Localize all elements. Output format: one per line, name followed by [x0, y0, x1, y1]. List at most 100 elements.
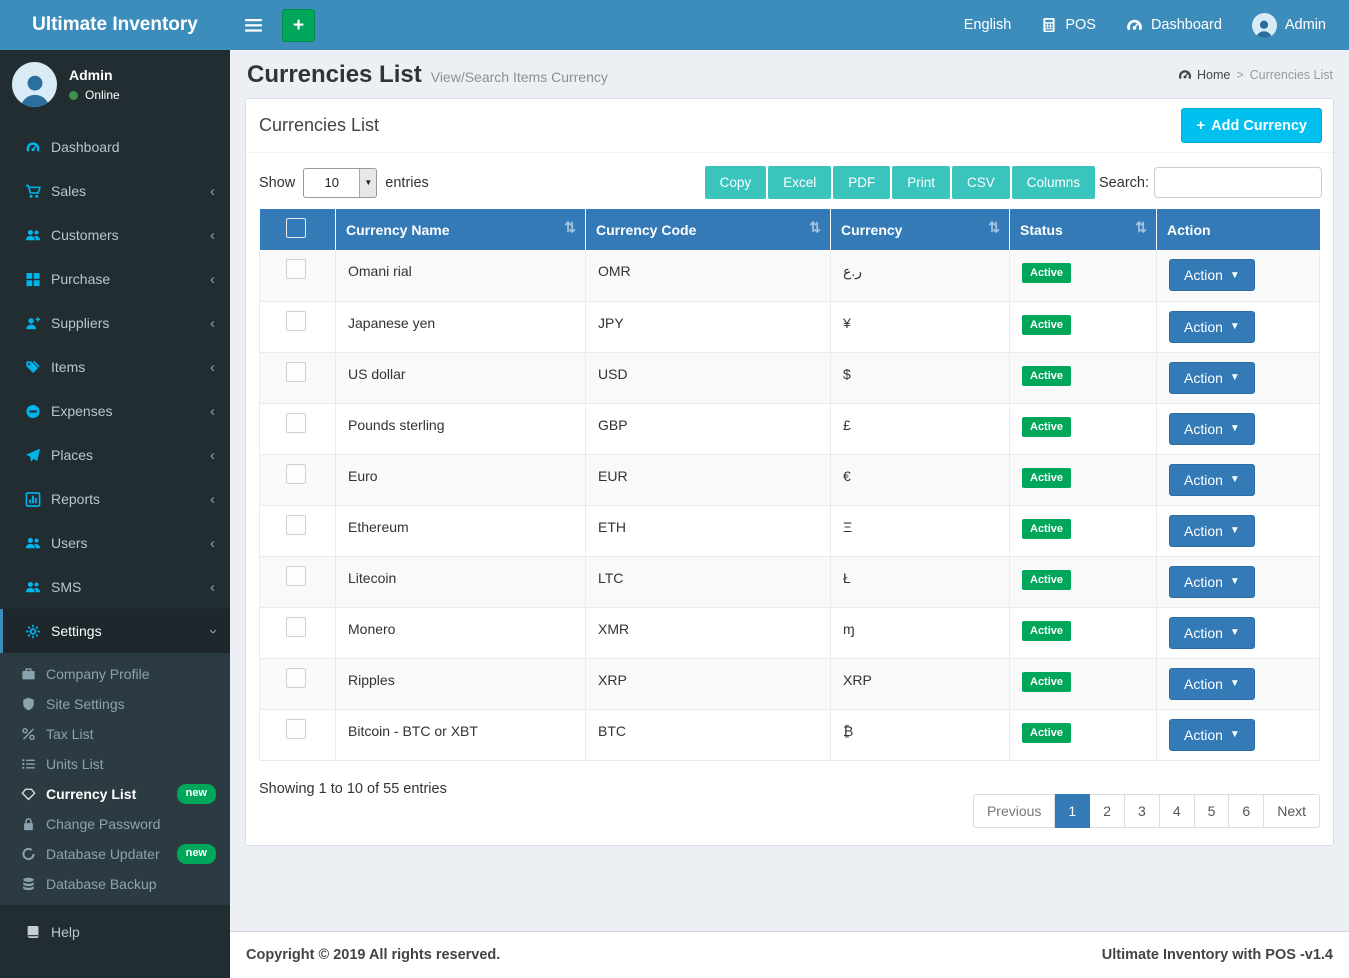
user-menu[interactable]: Admin: [1237, 0, 1341, 50]
print-button[interactable]: Print: [892, 166, 950, 199]
table-head: Currency Name⇅ Currency Code⇅ Currency⇅ …: [260, 209, 1320, 250]
row-action-button[interactable]: Action▼: [1169, 362, 1255, 394]
brand-logo[interactable]: Ultimate Inventory: [0, 0, 230, 50]
row-action-button[interactable]: Action▼: [1169, 515, 1255, 547]
search-input[interactable]: [1154, 167, 1322, 198]
row-action-button[interactable]: Action▼: [1169, 464, 1255, 496]
row-action-button[interactable]: Action▼: [1169, 259, 1255, 291]
sidebar-item-reports[interactable]: Reports ‹: [0, 477, 230, 521]
cell-currency-symbol: ₿: [831, 709, 1010, 760]
breadcrumb-home-link[interactable]: Home: [1178, 68, 1230, 82]
pagination-previous[interactable]: Previous: [973, 794, 1055, 828]
row-checkbox[interactable]: [286, 566, 306, 586]
csv-button[interactable]: CSV: [952, 166, 1010, 199]
pagination-page-3[interactable]: 3: [1125, 794, 1160, 828]
add-currency-button[interactable]: + Add Currency: [1181, 108, 1322, 143]
sidebar-toggle-button[interactable]: [230, 0, 276, 50]
cell-currency-name: Omani rial: [336, 250, 586, 301]
language-menu[interactable]: English: [949, 0, 1027, 50]
pos-link[interactable]: POS: [1026, 0, 1111, 50]
column-header-currency[interactable]: Currency⇅: [831, 209, 1010, 250]
sidebar-item-items[interactable]: Items ‹: [0, 345, 230, 389]
table-row: Bitcoin - BTC or XBT BTC ₿ Active Action…: [260, 709, 1320, 760]
copy-button[interactable]: Copy: [705, 166, 767, 199]
table-row: Monero XMR ɱ Active Action▼: [260, 607, 1320, 658]
sidebar-item-sales[interactable]: Sales ‹: [0, 169, 230, 213]
row-checkbox[interactable]: [286, 617, 306, 637]
submenu-item-change-password[interactable]: Change Password: [0, 809, 230, 839]
sidebar-item-label: Reports: [51, 491, 100, 507]
excel-button[interactable]: Excel: [768, 166, 831, 199]
row-action-button[interactable]: Action▼: [1169, 566, 1255, 598]
row-checkbox[interactable]: [286, 311, 306, 331]
column-header-status[interactable]: Status⇅: [1010, 209, 1157, 250]
status-badge: Active: [1022, 723, 1071, 743]
cell-currency-code: OMR: [586, 250, 831, 301]
chevron-left-icon: ‹: [210, 580, 215, 595]
table-row: Euro EUR € Active Action▼: [260, 454, 1320, 505]
pagination-page-1[interactable]: 1: [1055, 794, 1090, 828]
submenu-item-database-backup[interactable]: Database Backup: [0, 869, 230, 899]
row-checkbox[interactable]: [286, 464, 306, 484]
sidebar-menu-bottom: Help: [0, 913, 230, 951]
row-action-button[interactable]: Action▼: [1169, 719, 1255, 751]
sidebar-item-sms[interactable]: SMS ‹: [0, 565, 230, 609]
cell-currency-name: Ripples: [336, 658, 586, 709]
sidebar-item-dashboard[interactable]: Dashboard: [0, 125, 230, 169]
sidebar-item-help[interactable]: Help: [0, 913, 230, 951]
plus-icon: +: [1196, 117, 1205, 134]
pagination-next[interactable]: Next: [1264, 794, 1320, 828]
row-action-button[interactable]: Action▼: [1169, 617, 1255, 649]
pagination-page-6[interactable]: 6: [1229, 794, 1264, 828]
plus-icon: +: [293, 16, 304, 35]
row-action-button[interactable]: Action▼: [1169, 413, 1255, 445]
submenu-item-units-list[interactable]: Units List: [0, 749, 230, 779]
submenu-item-database-updater[interactable]: Database Updater new: [0, 839, 230, 869]
table-footer: Showing 1 to 10 of 55 entries Previous 1…: [246, 761, 1333, 845]
submenu-item-currency-list[interactable]: Currency List new: [0, 779, 230, 809]
page-subtitle: View/Search Items Currency: [431, 69, 608, 85]
sidebar-item-label: Customers: [51, 227, 119, 243]
sidebar-item-settings[interactable]: Settings ‹: [0, 609, 230, 653]
pagination-page-2[interactable]: 2: [1090, 794, 1125, 828]
dashboard-link[interactable]: Dashboard: [1111, 0, 1237, 50]
main-content: Currencies List View/Search Items Curren…: [230, 50, 1349, 978]
sidebar-item-places[interactable]: Places ‹: [0, 433, 230, 477]
caret-down-icon: ▼: [1230, 321, 1240, 332]
sidebar-item-users[interactable]: Users ‹: [0, 521, 230, 565]
cell-currency-symbol: £: [831, 403, 1010, 454]
row-checkbox[interactable]: [286, 362, 306, 382]
row-checkbox[interactable]: [286, 259, 306, 279]
column-header-currency-code[interactable]: Currency Code⇅: [586, 209, 831, 250]
sidebar-item-suppliers[interactable]: Suppliers ‹: [0, 301, 230, 345]
pdf-button[interactable]: PDF: [833, 166, 890, 199]
row-action-button[interactable]: Action▼: [1169, 668, 1255, 700]
home-gauge-icon: [1178, 68, 1192, 82]
cell-currency-code: JPY: [586, 301, 831, 352]
row-checkbox[interactable]: [286, 413, 306, 433]
sidebar-item-expenses[interactable]: Expenses ‹: [0, 389, 230, 433]
submenu-item-site-settings[interactable]: Site Settings: [0, 689, 230, 719]
columns-button[interactable]: Columns: [1012, 166, 1095, 199]
sidebar-user-status[interactable]: Online: [69, 88, 120, 102]
cell-currency-symbol: ر.ع: [831, 250, 1010, 301]
row-checkbox[interactable]: [286, 515, 306, 535]
column-header-currency-name[interactable]: Currency Name⇅: [336, 209, 586, 250]
sidebar-item-customers[interactable]: Customers ‹: [0, 213, 230, 257]
sidebar-item-purchase[interactable]: Purchase ‹: [0, 257, 230, 301]
quick-add-button[interactable]: +: [282, 9, 315, 42]
sort-icon: ⇅: [988, 219, 1000, 236]
submenu-item-label: Currency List: [46, 786, 136, 802]
page-title-text: Currencies List: [247, 61, 422, 89]
page-size-select[interactable]: 10 ▼: [303, 168, 377, 198]
submenu-item-company-profile[interactable]: Company Profile: [0, 659, 230, 689]
pagination-page-4[interactable]: 4: [1160, 794, 1195, 828]
cell-currency-name: US dollar: [336, 352, 586, 403]
percent-icon: [21, 727, 36, 741]
row-action-button[interactable]: Action▼: [1169, 311, 1255, 343]
select-all-checkbox[interactable]: [286, 218, 306, 238]
submenu-item-tax-list[interactable]: Tax List: [0, 719, 230, 749]
pagination-page-5[interactable]: 5: [1195, 794, 1230, 828]
row-checkbox[interactable]: [286, 668, 306, 688]
row-checkbox[interactable]: [286, 719, 306, 739]
